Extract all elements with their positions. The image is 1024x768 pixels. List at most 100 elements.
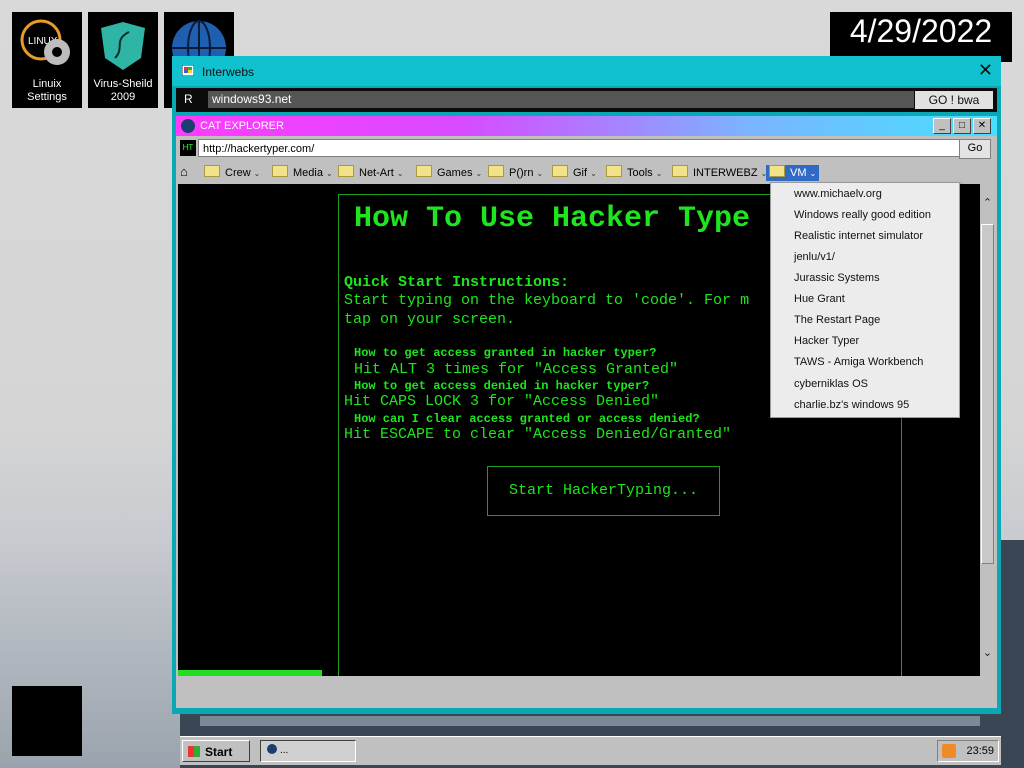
menu-item[interactable]: The Restart Page [794,314,880,326]
desktop-icon-label: Linuix [32,78,62,90]
fav-media[interactable]: Media ⌄ [272,165,333,181]
desktop-icon-label: Virus-Sheild [93,78,153,90]
interwebs-go-button[interactable]: GO ! bwa [915,91,993,109]
scrollbar-thumb[interactable] [981,224,994,564]
chevron-down-icon: ⌄ [809,169,817,178]
taskbar: Start ... 23:59 [180,736,1001,765]
fav-label: Tools [627,167,653,179]
start-button[interactable]: Start [182,740,250,762]
fav-label: Media [293,167,323,179]
desktop-icon-label: Settings [27,91,67,103]
interwebs-url-input[interactable]: windows93.net [208,91,914,108]
home-icon[interactable]: ⌂ [180,164,188,179]
title-bar[interactable]: Interwebs ✕ [172,56,1001,86]
fav-label: INTERWEBZ [693,167,758,179]
chevron-down-icon: ⌄ [325,169,333,178]
menu-item[interactable]: www.michaelv.org [794,188,882,200]
fav-interwebz[interactable]: INTERWEBZ ⌄ [672,165,767,181]
window-icon [182,65,194,76]
task-label: ... [280,745,289,756]
close-button[interactable]: ✕ [973,118,991,134]
close-button[interactable]: ✕ [978,60,993,81]
faq-question-1: How to get access granted in hacker type… [354,346,657,360]
menu-item[interactable]: TAWS - Amiga Workbench [794,356,923,368]
page-heading: How To Use Hacker Type [354,202,751,236]
folder-icon [416,165,432,177]
folder-icon [338,165,354,177]
reload-button[interactable]: R [184,92,193,106]
chevron-down-icon: ⌄ [655,169,663,178]
instructions-line-1: Start typing on the keyboard to 'code'. … [344,292,750,309]
minimize-button[interactable]: _ [933,118,951,134]
menu-item[interactable]: cyberniklas OS [794,378,868,390]
chevron-down-icon: ⌄ [396,169,404,178]
address-input[interactable]: http://hackertyper.com/ [198,139,960,157]
cat-explorer-title: CAT EXPLORER [200,120,284,132]
gear-icon: LINUX [20,19,70,65]
fav-label: Gif [573,167,588,179]
start-label: Start [205,745,233,759]
desktop-icon-virus-shield[interactable]: Virus-Sheild 2009 [88,12,158,108]
fav-crew[interactable]: Crew ⌄ [204,165,260,181]
cat-icon [181,119,195,133]
go-button[interactable]: Go [959,139,991,159]
faq-question-3: How can I clear access granted or access… [354,412,700,426]
fav-vm[interactable]: VM ⌄ [766,165,820,181]
desktop-black-tile[interactable] [12,686,82,756]
vm-dropdown-menu: www.michaelv.org Windows really good edi… [770,182,960,418]
chevron-down-icon: ⌄ [590,169,597,178]
menu-item[interactable]: Hacker Typer [794,335,859,347]
system-tray: 23:59 [937,740,999,762]
fav-net-art[interactable]: Net-Art ⌄ [338,165,404,181]
menu-item[interactable]: Realistic internet simulator [794,230,923,242]
window-title: Interwebs [202,65,255,79]
desktop-icon-label: 2009 [110,91,136,103]
folder-icon [606,165,622,177]
menu-item[interactable]: Hue Grant [794,293,845,305]
folder-icon [272,165,288,177]
scroll-down-icon[interactable]: ⌄ [980,646,995,659]
rss-icon[interactable] [942,744,956,758]
faq-question-2: How to get access denied in hacker typer… [354,379,650,393]
fav-porn[interactable]: P()rn ⌄ [488,165,543,181]
faq-answer-1: Hit ALT 3 times for "Access Granted" [354,361,679,378]
address-bar: HT http://hackertyper.com/ Go [176,138,997,160]
quick-start-heading: Quick Start Instructions: [344,274,570,291]
cat-explorer-title-bar[interactable]: CAT EXPLORER _ □ ✕ [176,116,997,136]
fav-games[interactable]: Games ⌄ [416,165,482,181]
chevron-down-icon: ⌄ [475,169,483,178]
maximize-button[interactable]: □ [953,118,971,134]
shield-icon [101,22,145,70]
cat-icon [267,744,277,754]
menu-item[interactable]: Windows really good edition [794,209,931,221]
vertical-scrollbar[interactable]: ⌃ ⌄ [980,184,995,676]
desktop-clock: 4/29/2022 [830,12,1012,62]
fav-label: VM [790,167,807,179]
menu-item[interactable]: charlie.bz's windows 95 [794,399,909,411]
desktop-icon-linux-settings[interactable]: LINUX Linuix Settings [12,12,82,108]
folder-icon [552,165,568,177]
instructions-line-2: tap on your screen. [344,311,516,328]
fav-gif[interactable]: Gif ⌄ [552,165,597,181]
windows-logo-icon [188,746,200,757]
folder-icon [672,165,688,177]
start-hackertyping-button[interactable]: Start HackerTyping... [487,466,720,516]
scroll-up-icon[interactable]: ⌃ [980,196,995,209]
folder-icon [488,165,504,177]
chevron-down-icon: ⌄ [536,169,544,178]
tray-clock: 23:59 [966,745,994,757]
faq-answer-3: Hit ESCAPE to clear "Access Denied/Grant… [344,426,732,443]
folder-icon [204,165,220,177]
menu-item[interactable]: jenlu/v1/ [794,251,835,263]
menu-item[interactable]: Jurassic Systems [794,272,880,284]
interwebs-address-bar: R windows93.net GO ! bwa [176,88,997,112]
fav-tools[interactable]: Tools ⌄ [606,165,662,181]
taskbar-task-cat-explorer[interactable]: ... [260,740,356,762]
fav-label: Crew [225,167,251,179]
fav-label: P()rn [509,167,534,179]
favorites-bar: ⌂ Crew ⌄ Media ⌄ Net-Art ⌄ Games ⌄ P()rn ⌄ Gi… [176,162,997,182]
fav-label: Net-Art [359,167,394,179]
folder-icon [769,165,785,177]
fav-label: Games [437,167,473,179]
clock-date: 4/29/2022 [849,13,993,49]
